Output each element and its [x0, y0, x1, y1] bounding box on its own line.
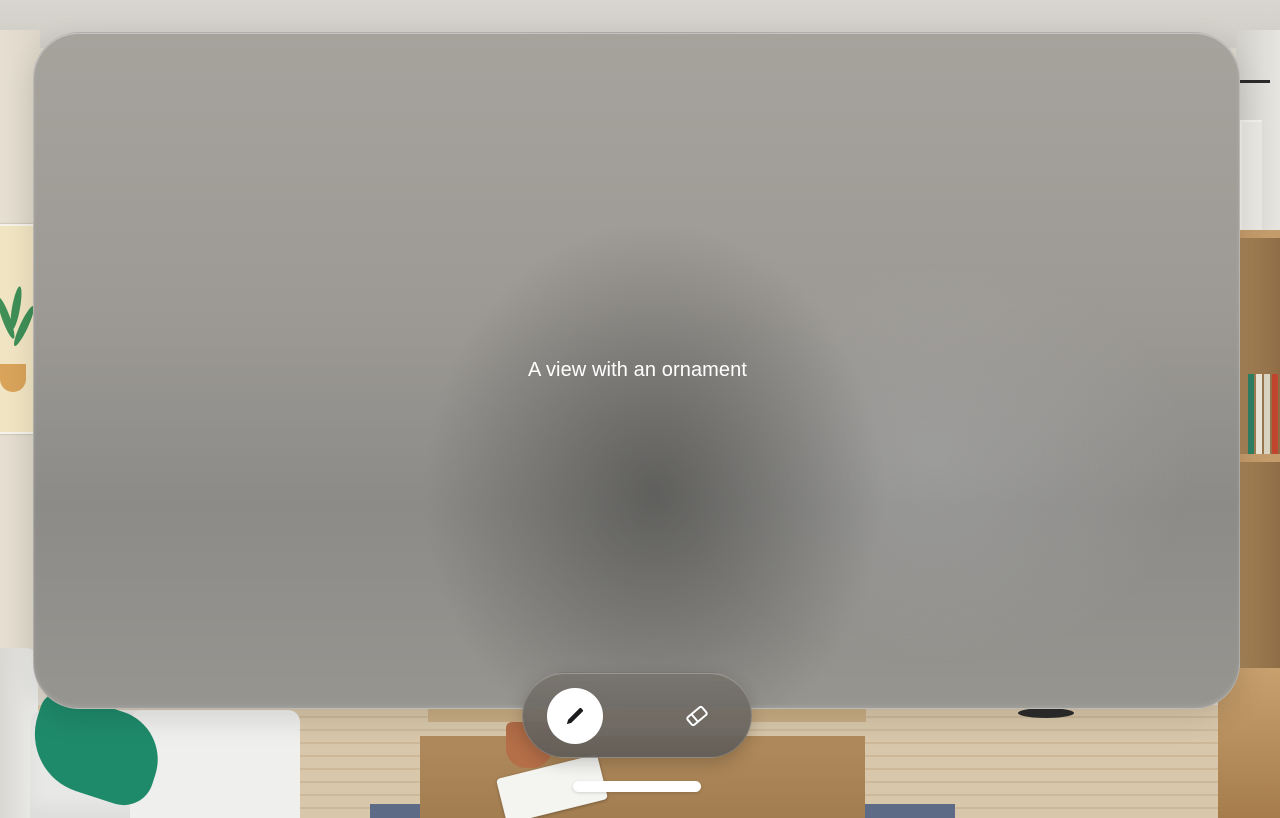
- window-title: A view with an ornament: [527, 359, 748, 381]
- eraser-icon: [683, 702, 711, 730]
- shelf-board: [1240, 454, 1280, 462]
- book: [1256, 374, 1262, 454]
- pencil-icon: [563, 704, 587, 728]
- glass-window: A view with an ornament: [33, 32, 1240, 709]
- curtain-rod: [1240, 80, 1270, 83]
- pencil-tool-button[interactable]: [547, 688, 603, 744]
- eraser-tool-button[interactable]: [669, 688, 725, 744]
- shelf-board: [1240, 230, 1280, 238]
- stand-base: [1018, 708, 1074, 718]
- book: [1272, 374, 1278, 454]
- window-grabber-bar[interactable]: [573, 781, 701, 792]
- ornament-toolbar: [522, 672, 752, 758]
- book: [1248, 374, 1254, 454]
- book: [1264, 374, 1270, 454]
- room-window: [1240, 120, 1262, 244]
